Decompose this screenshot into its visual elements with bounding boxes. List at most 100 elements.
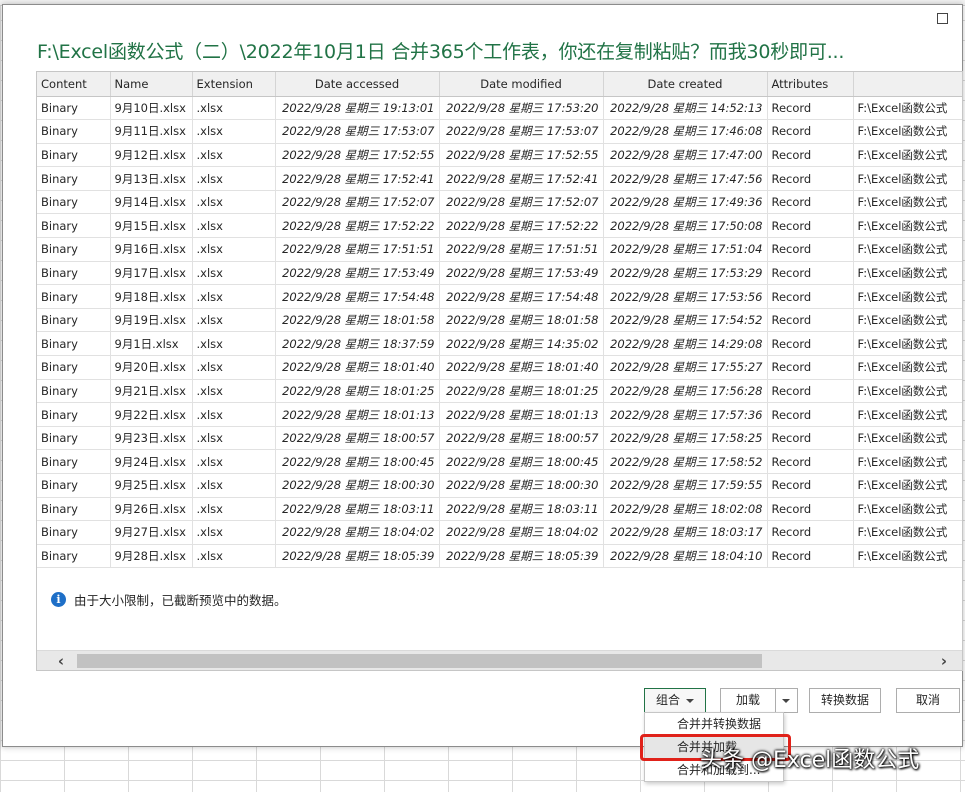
table-row[interactable]: Binary 9月11日.xlsx .xlsx 2022/9/28 星期三 17:53…	[37, 119, 962, 144]
table-cell: Binary	[37, 213, 111, 239]
table-cell: .xlsx	[192, 143, 276, 168]
table-cell: Binary	[37, 308, 111, 333]
table-row[interactable]: Binary 9月18日.xlsx .xlsx 2022/9/28 星期三 17:54…	[37, 284, 962, 309]
table-cell: 2022/9/28 星期三 18:01:58	[439, 308, 604, 333]
table-cell: 9月13日.xlsx	[110, 166, 193, 191]
table-cell: F:\Excel函数公式	[853, 379, 962, 404]
load-button-label: 加载	[735, 693, 760, 707]
table-cell: Binary	[37, 355, 111, 380]
column-header[interactable]: Attributes	[767, 72, 854, 97]
table-cell: 9月19日.xlsx	[110, 308, 193, 333]
table-cell: F:\Excel函数公式	[853, 497, 962, 522]
combine-button-label: 组合	[655, 693, 680, 707]
table-cell: .xlsx	[192, 331, 276, 357]
table-cell: Binary	[37, 426, 111, 451]
table-cell: 2022/9/28 星期三 18:01:58	[275, 308, 440, 333]
table-cell: 2022/9/28 星期三 17:51:04	[603, 237, 768, 262]
table-row[interactable]: Binary 9月25日.xlsx .xlsx 2022/9/28 星期三 18:00…	[37, 473, 962, 498]
table-cell: 2022/9/28 星期三 17:47:56	[603, 166, 768, 191]
table-cell: Record	[767, 119, 854, 144]
table-cell: F:\Excel函数公式	[853, 331, 962, 357]
table-row[interactable]: Binary 9月24日.xlsx .xlsx 2022/9/28 星期三 18:00…	[37, 449, 962, 474]
table-cell: 2022/9/28 星期三 17:52:55	[275, 143, 440, 168]
table-cell: F:\Excel函数公式	[853, 261, 962, 286]
table-cell: .xlsx	[192, 402, 276, 427]
table-cell: Binary	[37, 119, 111, 144]
table-row[interactable]: Binary 9月28日.xlsx .xlsx 2022/9/28 星期三 18:05…	[37, 544, 962, 569]
column-header[interactable]: Extension	[192, 72, 276, 97]
table-cell: .xlsx	[192, 355, 276, 380]
horizontal-scrollbar[interactable]: ‹ ›	[37, 650, 962, 670]
table-cell: .xlsx	[192, 96, 276, 121]
column-header[interactable]: Name	[110, 72, 193, 97]
table-row[interactable]: Binary 9月22日.xlsx .xlsx 2022/9/28 星期三 18:01…	[37, 402, 962, 427]
table-cell: 2022/9/28 星期三 18:03:11	[439, 497, 604, 522]
table-cell: 2022/9/28 星期三 14:52:13	[603, 96, 768, 121]
column-header[interactable]: Date created	[603, 72, 768, 97]
dialog-title: F:\Excel函数公式（二）\2022年10月1日 合并365个工作表，你还在…	[37, 41, 845, 63]
table-cell: Record	[767, 449, 854, 474]
table-cell: 2022/9/28 星期三 17:56:28	[603, 379, 768, 404]
table-row[interactable]: Binary 9月15日.xlsx .xlsx 2022/9/28 星期三 17:52…	[37, 213, 962, 239]
table-cell: 2022/9/28 星期三 17:52:55	[439, 143, 604, 168]
table-row[interactable]: Binary 9月20日.xlsx .xlsx 2022/9/28 星期三 18:01…	[37, 355, 962, 380]
column-header[interactable]: Date modified	[439, 72, 604, 97]
column-header[interactable]	[853, 72, 962, 97]
table-cell: 2022/9/28 星期三 18:01:25	[439, 379, 604, 404]
table-cell: 2022/9/28 星期三 19:13:01	[275, 96, 440, 121]
combine-button[interactable]: 组合	[644, 688, 706, 713]
table-cell: 2022/9/28 星期三 18:04:02	[439, 520, 604, 545]
table-cell: 2022/9/28 星期三 18:02:08	[603, 497, 768, 522]
table-cell: Binary	[37, 520, 111, 545]
table-row[interactable]: Binary 9月14日.xlsx .xlsx 2022/9/28 星期三 17:52…	[37, 190, 962, 215]
column-header[interactable]: Date accessed	[275, 72, 440, 97]
cancel-button[interactable]: 取消	[896, 688, 960, 713]
scroll-left-icon[interactable]: ‹	[51, 651, 71, 670]
transform-data-button-label: 转换数据	[820, 693, 869, 707]
maximize-icon[interactable]	[937, 13, 948, 24]
table-cell: F:\Excel函数公式	[853, 143, 962, 168]
load-button[interactable]: 加载	[720, 688, 776, 713]
table-cell: 2022/9/28 星期三 14:35:02	[439, 331, 604, 357]
table-cell: 9月10日.xlsx	[110, 96, 193, 121]
menu-item-combine-transform[interactable]: 合并并转换数据	[645, 713, 783, 736]
table-row[interactable]: Binary 9月17日.xlsx .xlsx 2022/9/28 星期三 17:53…	[37, 261, 962, 286]
table-row[interactable]: Binary 9月1日.xlsx .xlsx 2022/9/28 星期三 18:37:…	[37, 331, 962, 357]
cancel-button-label: 取消	[915, 693, 940, 707]
table-cell: 2022/9/28 星期三 18:04:02	[275, 520, 440, 545]
scrollbar-thumb[interactable]	[77, 654, 762, 668]
table-cell: Record	[767, 520, 854, 545]
table-header-row: Content Name Extension Date accessed Date mo…	[37, 72, 962, 97]
table-cell: 2022/9/28 星期三 17:53:07	[439, 119, 604, 144]
table-cell: Record	[767, 284, 854, 309]
watermark: 头条 @Excel函数公式	[700, 748, 920, 773]
table-cell: F:\Excel函数公式	[853, 166, 962, 191]
table-cell: 2022/9/28 星期三 14:29:08	[603, 331, 768, 357]
table-cell: Binary	[37, 544, 111, 569]
table-cell: 2022/9/28 星期三 17:50:08	[603, 213, 768, 239]
load-dropdown-button[interactable]	[775, 688, 798, 713]
column-header[interactable]: Content	[37, 72, 111, 97]
table-row[interactable]: Binary 9月26日.xlsx .xlsx 2022/9/28 星期三 18:03…	[37, 497, 962, 522]
table-cell: F:\Excel函数公式	[853, 237, 962, 262]
table-cell: 9月17日.xlsx	[110, 261, 193, 286]
scroll-right-icon[interactable]: ›	[934, 651, 954, 670]
table-row[interactable]: Binary 9月27日.xlsx .xlsx 2022/9/28 星期三 18:04…	[37, 520, 962, 545]
table-row[interactable]: Binary 9月19日.xlsx .xlsx 2022/9/28 星期三 18:01…	[37, 308, 962, 333]
table-cell: F:\Excel函数公式	[853, 520, 962, 545]
table-row[interactable]: Binary 9月13日.xlsx .xlsx 2022/9/28 星期三 17:52…	[37, 166, 962, 191]
table-row[interactable]: Binary 9月12日.xlsx .xlsx 2022/9/28 星期三 17:52…	[37, 143, 962, 168]
table-row[interactable]: Binary 9月23日.xlsx .xlsx 2022/9/28 星期三 18:00…	[37, 426, 962, 451]
table-row[interactable]: Binary 9月16日.xlsx .xlsx 2022/9/28 星期三 17:51…	[37, 237, 962, 262]
table-row[interactable]: Binary 9月10日.xlsx .xlsx 2022/9/28 星期三 19:13…	[37, 96, 962, 121]
table-cell: 9月25日.xlsx	[110, 473, 193, 498]
table-row[interactable]: Binary 9月21日.xlsx .xlsx 2022/9/28 星期三 18:01…	[37, 379, 962, 404]
transform-data-button[interactable]: 转换数据	[809, 688, 881, 713]
table-cell: .xlsx	[192, 449, 276, 474]
table-cell: 2022/9/28 星期三 18:01:40	[275, 355, 440, 380]
table-cell: 9月23日.xlsx	[110, 426, 193, 451]
table-cell: 2022/9/28 星期三 18:37:59	[275, 331, 440, 357]
table-cell: 2022/9/28 星期三 17:53:20	[439, 96, 604, 121]
table-cell: F:\Excel函数公式	[853, 473, 962, 498]
table-cell: 2022/9/28 星期三 18:03:11	[275, 497, 440, 522]
